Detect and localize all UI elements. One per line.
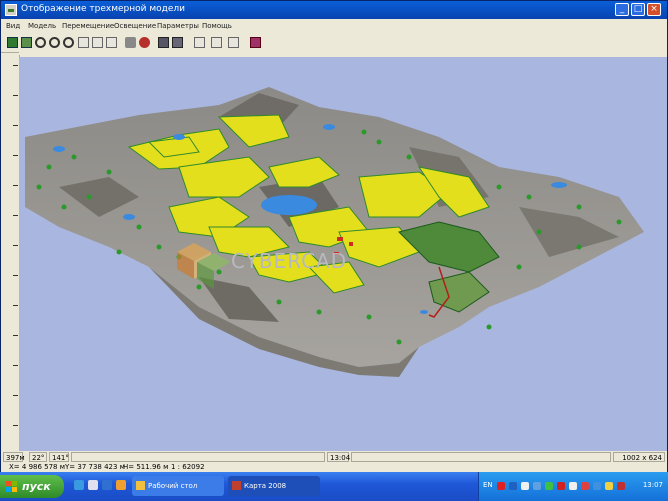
- menu-lighting[interactable]: Освещение: [114, 22, 156, 30]
- desktop-icon[interactable]: [102, 480, 112, 490]
- tray-icon[interactable]: [497, 482, 505, 490]
- split-icon[interactable]: [211, 37, 222, 48]
- ie-icon[interactable]: [74, 480, 84, 490]
- zoom-window-icon[interactable]: [78, 37, 89, 48]
- tray-icon[interactable]: [617, 482, 625, 490]
- menu-help[interactable]: Помощь: [202, 22, 232, 30]
- zoom-in-icon[interactable]: [49, 37, 60, 48]
- system-tray: EN 13:07: [478, 472, 668, 501]
- tray-icon[interactable]: [569, 482, 577, 490]
- zoom-extents-icon[interactable]: [92, 37, 103, 48]
- status-progress-left: [71, 452, 325, 462]
- tray-icon[interactable]: [521, 482, 529, 490]
- menu-bar: Вид Модель Перемещение Освещение Парамет…: [1, 20, 667, 34]
- menu-model[interactable]: Модель: [28, 22, 56, 30]
- tray-icon[interactable]: [545, 482, 553, 490]
- flyover-icon[interactable]: [125, 37, 136, 48]
- book-icon[interactable]: [250, 37, 261, 48]
- menu-view[interactable]: Вид: [6, 22, 20, 30]
- grid-icon[interactable]: [7, 37, 18, 48]
- map-app-icon: [232, 481, 241, 490]
- 3d-viewport[interactable]: CYBERCAD: [19, 57, 667, 451]
- tray-icon[interactable]: [509, 482, 517, 490]
- status-bar: 397м 22° 141° 13:04 1002 x 624: [1, 452, 667, 462]
- maximize-button[interactable]: □: [631, 3, 645, 16]
- clock: 13:07: [642, 481, 663, 489]
- app-window: Отображение трехмерной модели _ □ × Вид …: [0, 0, 668, 472]
- coord-y: Y= 37 738 423 м: [65, 463, 125, 471]
- minimize-button[interactable]: _: [615, 3, 629, 16]
- task-desktop[interactable]: Рабочий стол: [132, 476, 224, 496]
- table-icon[interactable]: [21, 37, 32, 48]
- render-icon[interactable]: [158, 37, 169, 48]
- window-title: Отображение трехмерной модели: [21, 4, 186, 14]
- windows-flag-icon: [6, 481, 17, 492]
- folder-icon[interactable]: [116, 480, 126, 490]
- task-map[interactable]: Карта 2008: [228, 476, 320, 496]
- tray-icon[interactable]: [593, 482, 601, 490]
- start-label: пуск: [22, 480, 51, 493]
- close-button[interactable]: ×: [647, 3, 661, 16]
- tools-icon[interactable]: [35, 37, 46, 48]
- menu-move[interactable]: Перемещение: [62, 22, 114, 30]
- zoom-out-icon[interactable]: [63, 37, 74, 48]
- start-button[interactable]: пуск: [0, 475, 64, 498]
- app-icon: [5, 4, 17, 16]
- coordinate-bar: X= 4 986 578 м Y= 37 738 423 м H= 511.96…: [1, 462, 667, 472]
- frame-icon[interactable]: [194, 37, 205, 48]
- title-bar[interactable]: Отображение трехмерной модели _ □ ×: [1, 1, 667, 19]
- camera-icon[interactable]: [139, 37, 150, 48]
- rect-icon[interactable]: [228, 37, 239, 48]
- media-icon[interactable]: [88, 480, 98, 490]
- terrain-model: CYBERCAD: [25, 87, 644, 377]
- status-distance: 397м: [3, 452, 25, 462]
- tray-icon[interactable]: [533, 482, 541, 490]
- watermark-text: CYBERCAD: [231, 249, 347, 273]
- status-resolution: 1002 x 624: [613, 452, 665, 462]
- status-angle-v: 22°: [29, 452, 47, 462]
- folder-icon: [136, 481, 145, 490]
- fit-icon[interactable]: [106, 37, 117, 48]
- coord-h: H= 511.96 м: [123, 463, 169, 471]
- task-label: Карта 2008: [244, 482, 287, 490]
- scale-readout: 1 : 62092: [171, 463, 205, 471]
- toolbar: [1, 34, 667, 53]
- tray-icon[interactable]: [605, 482, 613, 490]
- status-time: 13:04: [327, 452, 350, 462]
- layers-icon[interactable]: [172, 37, 183, 48]
- status-angle-h: 141°: [49, 452, 69, 462]
- status-progress-right: [351, 452, 611, 462]
- task-label: Рабочий стол: [148, 482, 198, 490]
- coord-x: X= 4 986 578 м: [9, 463, 66, 471]
- tray-icon[interactable]: [581, 482, 589, 490]
- menu-parameters[interactable]: Параметры: [157, 22, 199, 30]
- language-indicator[interactable]: EN: [483, 481, 493, 489]
- tray-icon[interactable]: [557, 482, 565, 490]
- taskbar: пуск Рабочий стол Карта 2008 EN 13:07: [0, 472, 668, 501]
